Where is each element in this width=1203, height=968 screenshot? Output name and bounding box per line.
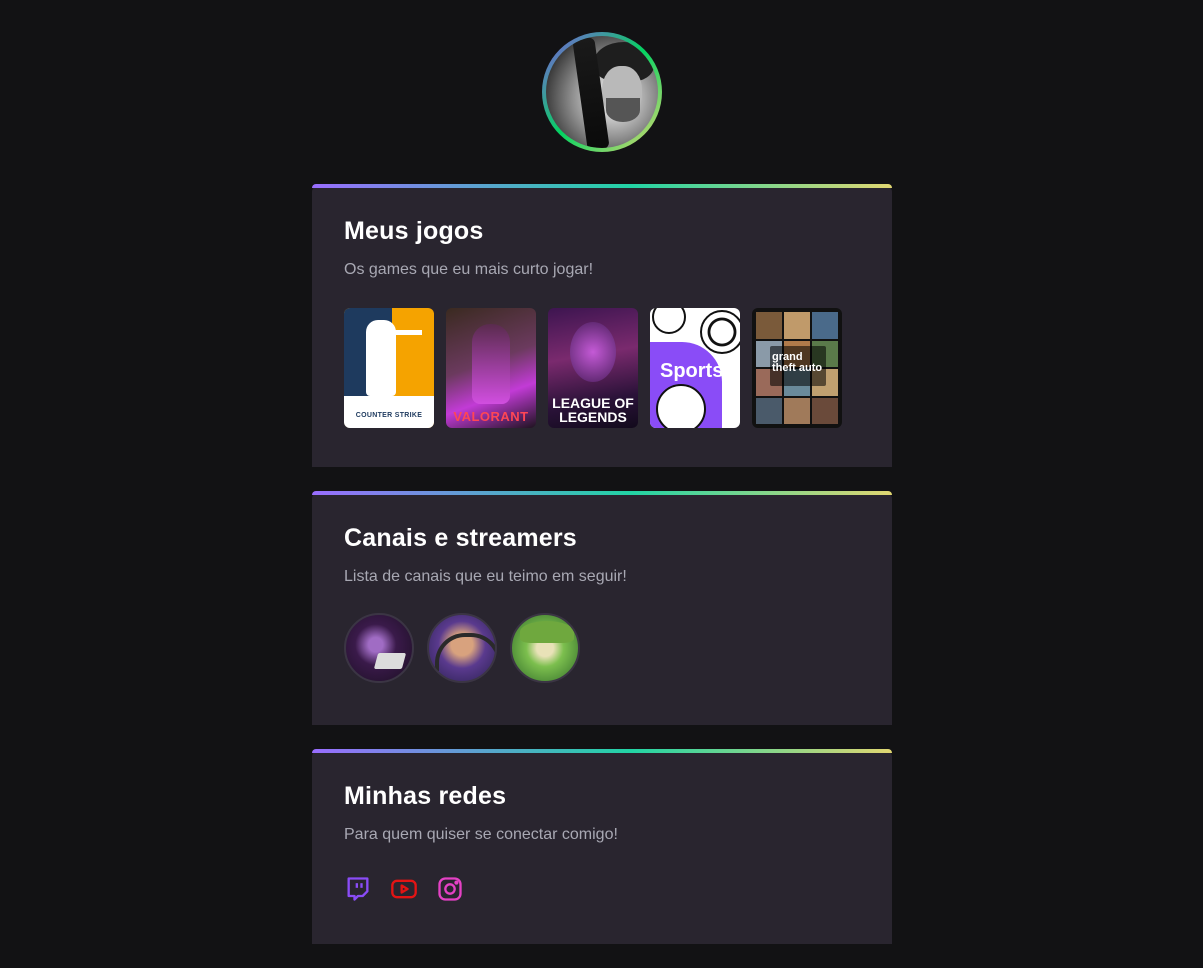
game-label: grand theft auto: [772, 351, 823, 374]
streamers-card: Canais e streamers Lista de canais que e…: [312, 491, 892, 725]
ball-icon: [652, 308, 686, 334]
youtube-link[interactable]: [390, 875, 418, 903]
streamers-list: [344, 613, 860, 683]
headphones-icon: [435, 633, 495, 671]
social-links: [344, 875, 860, 903]
streamer-avatar-1[interactable]: [344, 613, 414, 683]
game-label: Sports: [660, 360, 724, 382]
games-card: Meus jogos Os games que eu mais curto jo…: [312, 184, 892, 467]
games-card-title: Meus jogos: [344, 217, 484, 245]
profile-avatar-ring: [542, 32, 662, 152]
streamer-avatar-2[interactable]: [427, 613, 497, 683]
game-sports[interactable]: Sports: [650, 308, 740, 428]
valorant-agent: [472, 324, 510, 404]
instagram-icon: [438, 877, 462, 901]
twitch-icon: [347, 877, 369, 901]
instagram-link[interactable]: [436, 875, 464, 903]
game-valorant[interactable]: VALORANT: [446, 308, 536, 428]
streamer-avatar-3[interactable]: [510, 613, 580, 683]
game-gta-v[interactable]: grand theft auto: [752, 308, 842, 428]
game-label: COUNTER STRIKE: [355, 412, 423, 419]
game-label: LEAGUE OF LEGENDS: [552, 395, 634, 425]
twitch-link[interactable]: [344, 875, 372, 903]
profile-avatar: [546, 36, 658, 148]
game-counter-strike[interactable]: COUNTER STRIKE: [344, 308, 434, 428]
avatar-beard: [606, 98, 640, 122]
cs-rifle: [382, 330, 422, 335]
lol-champion: [570, 322, 616, 382]
basketball-icon: [656, 384, 706, 428]
game-league-of-legends[interactable]: LEAGUE OF LEGENDS: [548, 308, 638, 428]
leaf-hair-icon: [520, 621, 574, 643]
social-card-subtitle: Para quem quiser se conectar comigo!: [344, 826, 618, 843]
games-card-subtitle: Os games que eu mais curto jogar!: [344, 261, 594, 278]
social-card: Minhas redes Para quem quiser se conecta…: [312, 749, 892, 944]
game-label: VALORANT: [453, 409, 529, 424]
streamers-card-title: Canais e streamers: [344, 524, 577, 552]
youtube-icon: [391, 879, 417, 899]
games-list: COUNTER STRIKE VALORANT LEAGUE OF LEGEND…: [344, 308, 860, 428]
social-card-title: Minhas redes: [344, 782, 507, 810]
streamers-card-subtitle: Lista de canais que eu teimo em seguir!: [344, 568, 627, 585]
soccer-ball-icon: [700, 310, 740, 354]
laptop-icon: [373, 653, 407, 669]
